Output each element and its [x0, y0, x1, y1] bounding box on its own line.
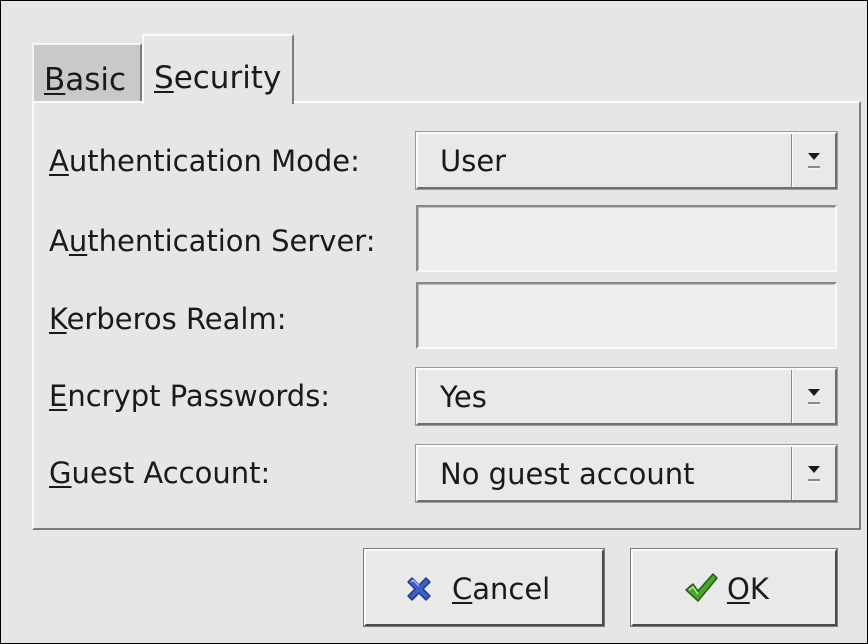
tab-security-label: ecurity: [173, 60, 282, 96]
ok-button[interactable]: OK: [631, 549, 837, 626]
tab-security-mnemonic: S: [154, 60, 174, 96]
cancel-button[interactable]: Cancel: [364, 549, 604, 626]
tab-security[interactable]: Security: [142, 34, 294, 104]
security-dialog: Basic Security Authentication Mode: User…: [0, 0, 868, 644]
security-tab-panel: [32, 101, 861, 530]
cancel-button-label: Cancel: [452, 575, 550, 604]
cancel-mnemonic: C: [452, 572, 473, 606]
close-x-icon: [407, 577, 431, 601]
tab-basic[interactable]: Basic: [32, 43, 142, 102]
checkmark-icon: [685, 573, 718, 602]
tab-basic-mnemonic: B: [44, 62, 66, 98]
ok-label-text: K: [749, 572, 769, 606]
cancel-label-text: ancel: [472, 572, 551, 606]
tab-basic-label: asic: [65, 62, 127, 98]
ok-mnemonic: O: [727, 572, 750, 606]
ok-button-label: OK: [727, 575, 769, 604]
